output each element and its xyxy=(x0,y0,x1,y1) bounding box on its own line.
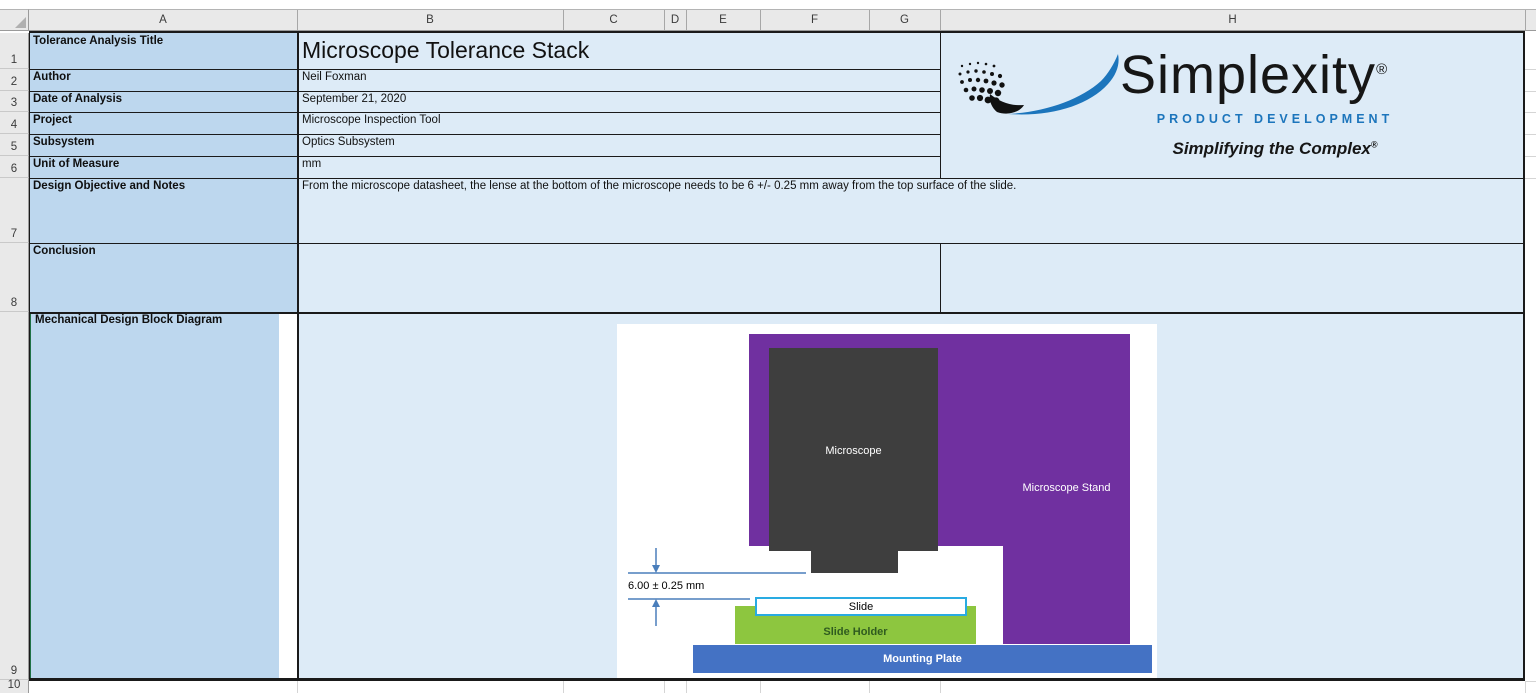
cell-a5-subsystem[interactable]: Subsystem xyxy=(29,134,297,156)
column-header-c[interactable]: C xyxy=(563,9,664,31)
row-header-10[interactable]: 10 xyxy=(0,679,29,693)
row-header-6[interactable]: 6 xyxy=(0,156,29,178)
row-border-3-4 xyxy=(29,112,940,113)
column-header-i-sliver[interactable] xyxy=(1525,9,1536,31)
table-border-left xyxy=(29,31,30,680)
row-header-9[interactable]: 9 xyxy=(0,312,29,680)
cell-a9-mechanical-design-block-diagram[interactable]: Mechanical Design Block Diagram xyxy=(29,312,279,680)
column-header-h[interactable]: H xyxy=(940,9,1525,31)
mounting-plate-block: Mounting Plate xyxy=(693,645,1152,673)
tagline-text: Simplifying the Complex xyxy=(1172,139,1371,158)
cell-b1-title-value[interactable]: Microscope Tolerance Stack xyxy=(297,33,940,69)
gridline xyxy=(563,681,564,693)
row-header-1[interactable]: 1 xyxy=(0,33,29,69)
simplexity-logo-icon xyxy=(950,52,1122,128)
row-header-2[interactable]: 2 xyxy=(0,69,29,91)
cell-a7-design-objective[interactable]: Design Objective and Notes xyxy=(29,178,297,243)
logo-tagline: Simplifying the Complex® xyxy=(1125,139,1425,159)
row-border-4-5 xyxy=(29,134,940,135)
cell-b4-project-value[interactable]: Microscope Inspection Tool xyxy=(297,112,940,134)
divider-g-h-top xyxy=(940,33,941,178)
gridline xyxy=(1525,112,1536,113)
gridline xyxy=(1525,69,1536,70)
table-border-top xyxy=(29,31,1525,33)
cell-b7-design-objective-value[interactable]: From the microscope datasheet, the lense… xyxy=(297,178,1525,243)
cell-a6-unit-of-measure[interactable]: Unit of Measure xyxy=(29,156,297,178)
gridline xyxy=(686,681,687,693)
gridline xyxy=(1525,134,1536,135)
header-tick xyxy=(869,10,870,30)
header-tick xyxy=(664,10,665,30)
gridline xyxy=(1525,681,1536,682)
gridline xyxy=(1525,91,1536,92)
dimension-label: 6.00 ± 0.25 mm xyxy=(628,580,705,592)
cell-a8-conclusion[interactable]: Conclusion xyxy=(29,243,297,312)
row-header-7[interactable]: 7 xyxy=(0,178,29,243)
cell-b2-author-value[interactable]: Neil Foxman xyxy=(297,69,940,91)
gridline xyxy=(1525,178,1536,179)
row-border-7-8 xyxy=(29,243,1525,244)
cell-a2-author[interactable]: Author xyxy=(29,69,297,91)
divider-g-h-row8 xyxy=(940,243,941,312)
gridline xyxy=(760,681,761,693)
column-header-f[interactable]: F xyxy=(760,9,869,31)
header-tick xyxy=(297,10,298,30)
row-header-4[interactable]: 4 xyxy=(0,112,29,134)
header-tick xyxy=(760,10,761,30)
row-header-5[interactable]: 5 xyxy=(0,134,29,156)
tagline-registered-mark: ® xyxy=(1370,139,1378,150)
logo-swoosh-icon xyxy=(958,54,1119,115)
gridline xyxy=(1525,156,1536,157)
microscope-stand-label: Microscope Stand xyxy=(1022,482,1111,494)
cell-b6-unit-value[interactable]: mm xyxy=(297,156,940,178)
column-header-e[interactable]: E xyxy=(686,9,760,31)
row-header-8[interactable]: 8 xyxy=(0,243,29,312)
gridline xyxy=(869,681,870,693)
row-border-2-3 xyxy=(29,91,940,92)
gridline xyxy=(940,681,941,693)
select-all-corner[interactable] xyxy=(0,9,29,31)
gridline xyxy=(297,681,298,693)
table-border-bottom xyxy=(29,678,1525,681)
row-border-8-9 xyxy=(29,312,1525,314)
header-tick xyxy=(563,10,564,30)
cell-b8-conclusion-value[interactable] xyxy=(297,243,1525,312)
cell-a3-date-of-analysis[interactable]: Date of Analysis xyxy=(29,91,297,112)
cell-a1-tolerance-analysis-title[interactable]: Tolerance Analysis Title xyxy=(29,33,297,69)
row-border-6-7 xyxy=(29,178,1525,179)
row-header-3[interactable]: 3 xyxy=(0,91,29,112)
registered-mark: ® xyxy=(1376,61,1389,78)
row-border-1-2 xyxy=(29,69,940,70)
column-header-d[interactable]: D xyxy=(664,9,686,31)
header-tick xyxy=(1525,10,1526,30)
cell-a4-project[interactable]: Project xyxy=(29,112,297,134)
microscope-stand-column xyxy=(1003,546,1130,644)
cell-b3-date-value[interactable]: September 21, 2020 xyxy=(297,91,940,112)
column-header-b[interactable]: B xyxy=(297,9,563,31)
header-tick xyxy=(686,10,687,30)
table-border-right xyxy=(1523,31,1525,681)
microscope-label: Microscope xyxy=(825,445,882,457)
gridline xyxy=(1525,681,1526,693)
gridline xyxy=(664,681,665,693)
divider-a-b xyxy=(297,33,299,678)
logo-brand-wordmark: Simplexity® xyxy=(1120,40,1388,105)
column-header-a[interactable]: A xyxy=(29,9,297,31)
brand-text: Simplexity xyxy=(1120,45,1377,105)
block-diagram-image[interactable]: Microscope Stand Microscope Slide Holder… xyxy=(617,324,1157,678)
cell-b5-subsystem-value[interactable]: Optics Subsystem xyxy=(297,134,940,156)
logo-subtitle: PRODUCT DEVELOPMENT xyxy=(1156,112,1394,126)
header-tick xyxy=(940,10,941,30)
column-header-g[interactable]: G xyxy=(869,9,940,31)
row-border-5-6 xyxy=(29,156,940,157)
microscope-snout xyxy=(811,551,898,573)
